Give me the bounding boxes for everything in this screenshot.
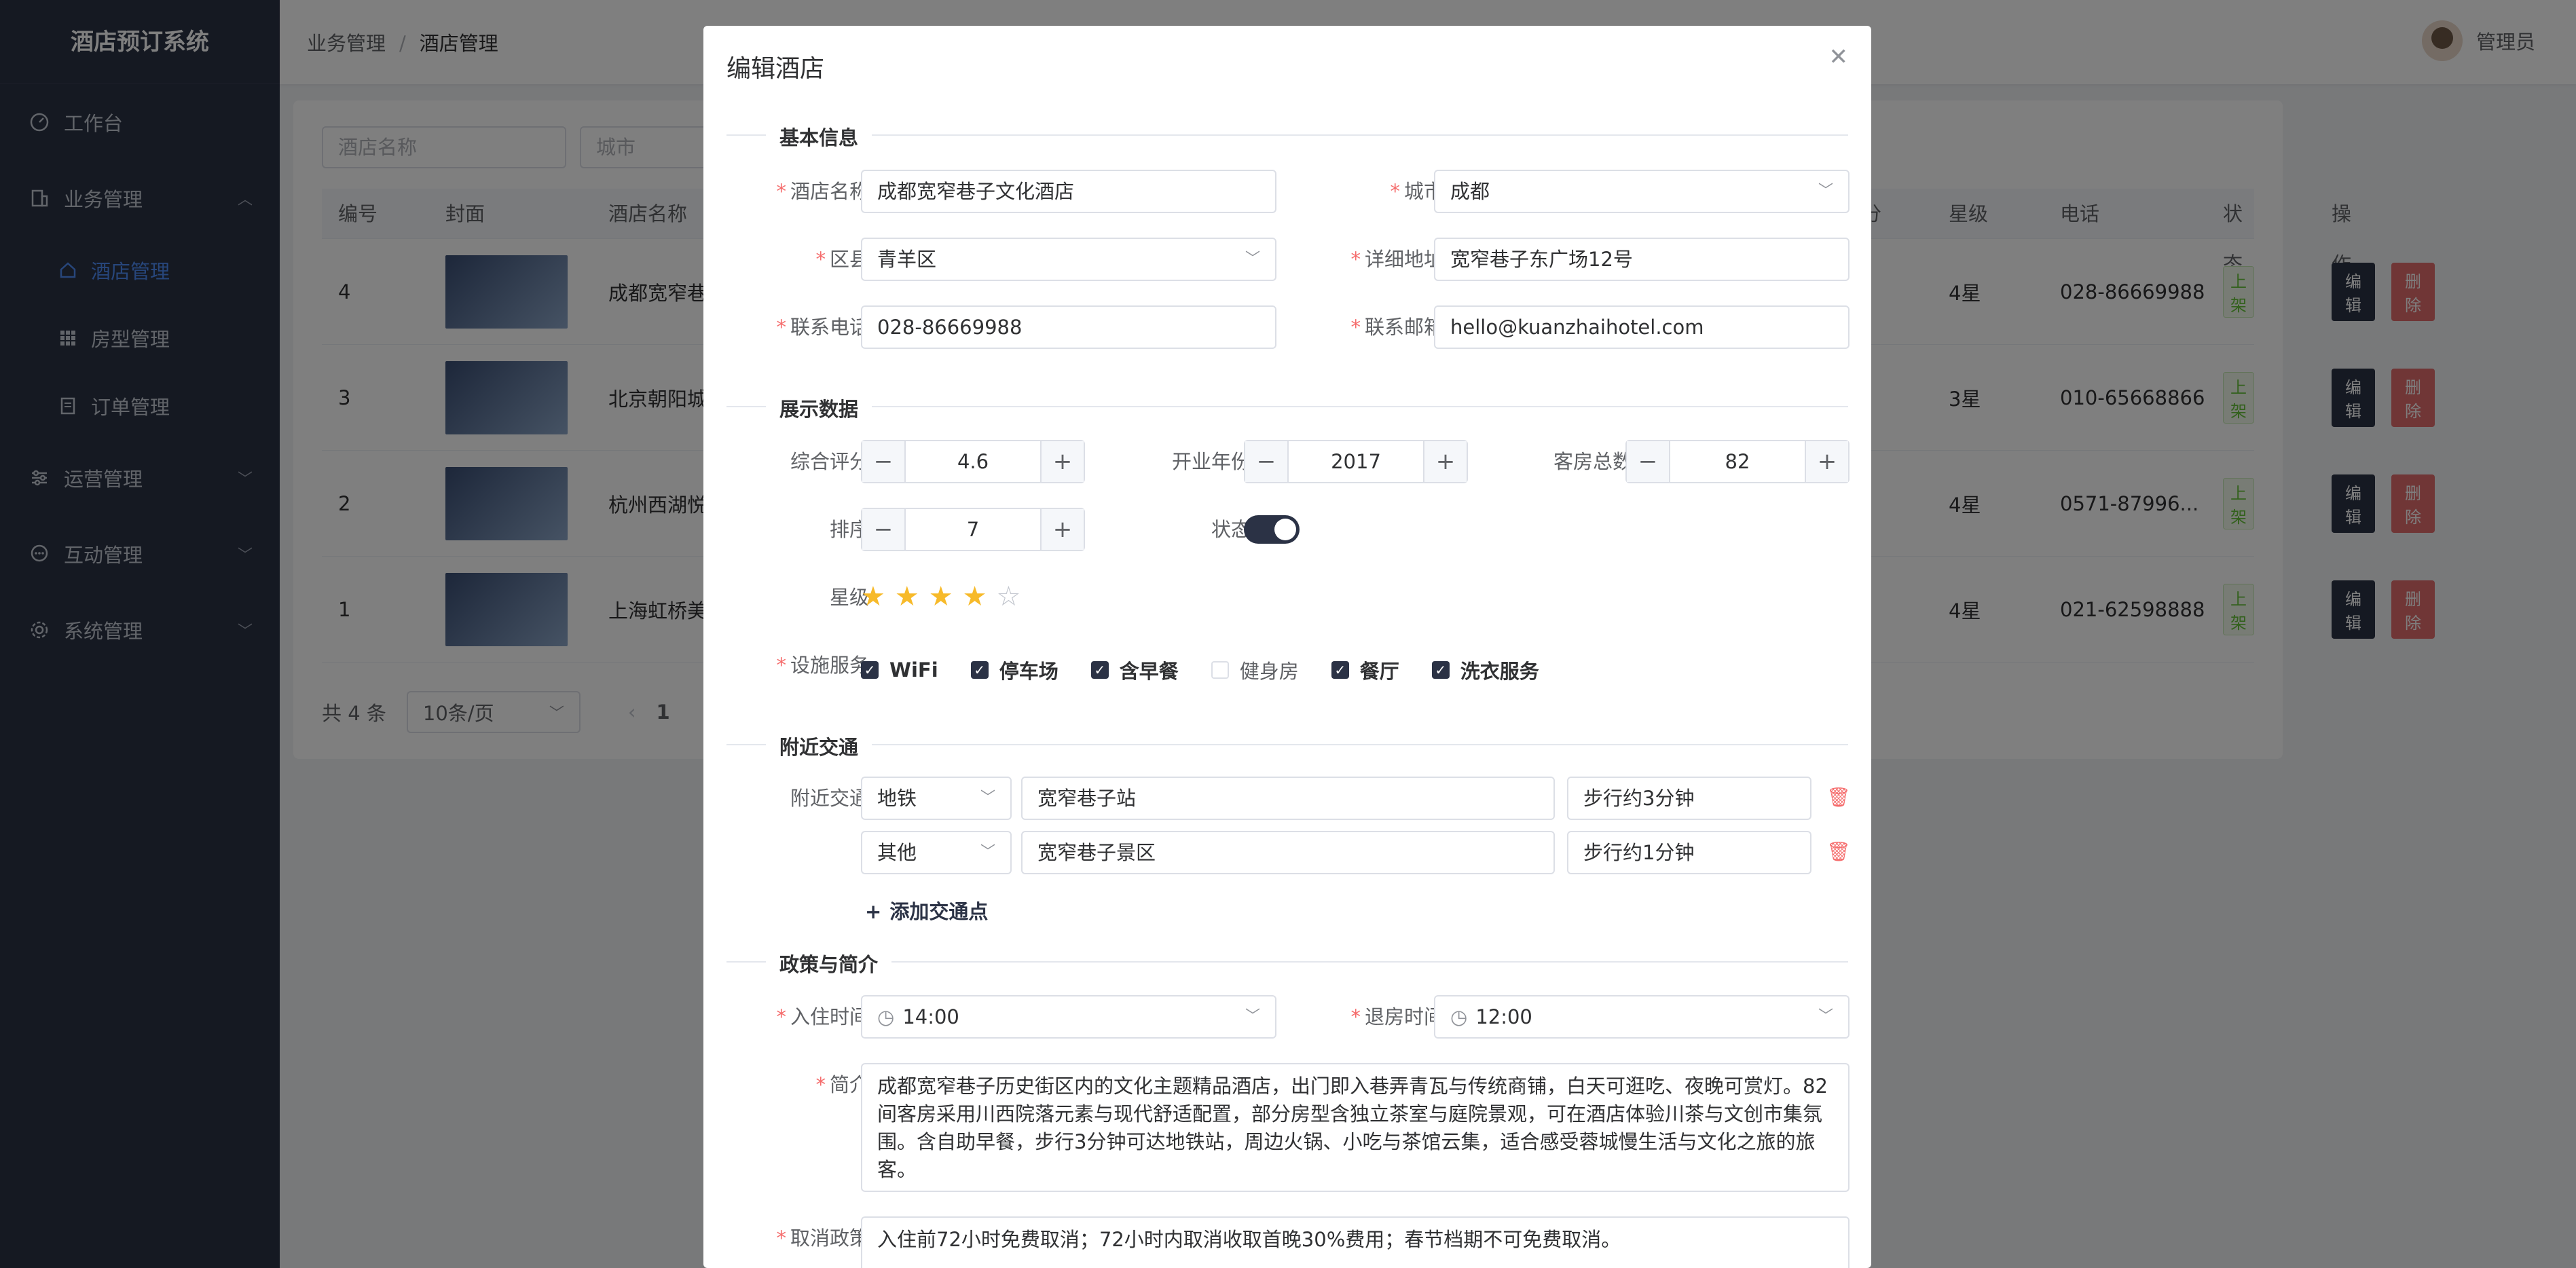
clock-icon: ◷ (877, 1005, 895, 1028)
field-label: * 酒店名称 (776, 180, 869, 203)
section-divider (726, 744, 1848, 745)
field-label: * 联系电话 (776, 316, 869, 339)
field-label: * 设施服务 (776, 654, 869, 677)
edit-hotel-dialog: 编辑酒店 ✕ 基本信息 * 酒店名称 成都宽窄巷子文化酒店 * 城市 成都 ﹀ * 区县… (703, 26, 1871, 1268)
stepper-value[interactable]: 2017 (1289, 441, 1423, 482)
field-label: * 简介 (815, 1073, 869, 1096)
star-rating[interactable]: ★ ★ ★ ★ ☆ (861, 581, 1020, 612)
facility-checkbox[interactable]: 健身房 (1211, 656, 1299, 684)
stepper-value[interactable]: 7 (906, 509, 1040, 550)
city-select[interactable]: 成都 ﹀ (1434, 170, 1850, 213)
cancel-policy-textarea[interactable]: 入住前72小时免费取消；72小时内取消收取首晚30%费用；春节档期不可免费取消。 (861, 1216, 1850, 1268)
minus-icon[interactable]: − (1245, 441, 1289, 482)
field-label: 开业年份 (1171, 450, 1251, 473)
field-label: 状态 (1211, 518, 1251, 541)
hotel-name-input[interactable]: 成都宽窄巷子文化酒店 (861, 170, 1276, 213)
stepper-value[interactable]: 82 (1670, 441, 1805, 482)
rooms-stepper[interactable]: −82 + (1625, 440, 1850, 483)
status-toggle[interactable] (1244, 515, 1300, 544)
field-label: 排序 (829, 518, 869, 541)
field-label: 综合评分 (790, 450, 869, 473)
add-transport-button[interactable]: + 添加交通点 (865, 896, 988, 925)
section-title: 政策与简介 (766, 949, 892, 977)
check-icon: ✓ (970, 661, 989, 679)
dialog-title: 编辑酒店 (726, 55, 825, 83)
score-stepper[interactable]: −4.6 + (861, 440, 1085, 483)
facility-checkbox[interactable]: ✓ 含早餐 (1090, 656, 1179, 684)
section-divider (726, 406, 1848, 407)
year-stepper[interactable]: −2017 + (1244, 440, 1468, 483)
facilities-checkbox-group: ✓ WiFi ✓ 停车场 ✓ 含早餐 健身房 ✓ 餐厅 ✓ 洗衣服务 (861, 656, 1572, 684)
email-input[interactable]: hello@kuanzhaihotel.com (1434, 305, 1850, 349)
section-divider (726, 961, 1848, 963)
star-icon[interactable]: ★ (895, 581, 919, 612)
section-title: 展示数据 (766, 394, 872, 422)
section-title: 基本信息 (766, 122, 872, 151)
transport-type-select[interactable]: 地铁 ﹀ (861, 777, 1012, 820)
plus-icon[interactable]: + (1040, 509, 1084, 550)
field-label: * 详细地址 (1350, 248, 1443, 271)
chevron-down-icon: ﹀ (1245, 250, 1260, 267)
address-input[interactable]: 宽窄巷子东广场12号 (1434, 238, 1850, 281)
facility-checkbox[interactable]: ✓ WiFi (861, 658, 938, 682)
trash-icon[interactable]: 🗑 (1826, 840, 1851, 863)
field-label: * 取消政策 (776, 1227, 869, 1250)
plus-icon[interactable]: + (1423, 441, 1467, 482)
check-icon: ✓ (1431, 661, 1450, 679)
field-label: 星级 (829, 586, 869, 609)
check-icon: ✓ (861, 661, 879, 679)
field-label: * 退房时间 (1350, 1005, 1443, 1028)
sort-stepper[interactable]: −7 + (861, 508, 1085, 551)
trash-icon[interactable]: 🗑 (1826, 786, 1851, 808)
chevron-down-icon: ﹀ (980, 789, 995, 806)
minus-icon[interactable]: − (1627, 441, 1670, 482)
chevron-down-icon: ﹀ (1245, 1008, 1260, 1025)
check-icon: ✓ (1331, 661, 1349, 679)
clock-icon: ◷ (1450, 1005, 1468, 1028)
check-icon: ✓ (1090, 661, 1109, 679)
field-label: * 联系邮箱 (1350, 316, 1443, 339)
chevron-down-icon: ﹀ (1818, 1008, 1833, 1025)
star-icon[interactable]: ★ (861, 581, 885, 612)
minus-icon[interactable]: − (862, 509, 906, 550)
field-label: * 入住时间 (776, 1005, 869, 1028)
facility-checkbox[interactable]: ✓ 餐厅 (1331, 656, 1399, 684)
chevron-down-icon: ﹀ (1818, 183, 1833, 200)
plus-icon: + (865, 900, 882, 923)
transport-name-input[interactable]: 宽窄巷子景区 (1021, 831, 1555, 874)
plus-icon[interactable]: + (1805, 441, 1848, 482)
phone-input[interactable]: 028-86669988 (861, 305, 1276, 349)
star-icon[interactable]: ★ (929, 581, 953, 612)
transport-type-select[interactable]: 其他 ﹀ (861, 831, 1012, 874)
field-label: 客房总数 (1553, 450, 1632, 473)
field-label: 附近交通 (790, 787, 869, 810)
checkout-time-picker[interactable]: ◷ 12:00 ﹀ (1434, 995, 1850, 1039)
transport-distance-input[interactable]: 步行约1分钟 (1567, 831, 1811, 874)
star-icon[interactable]: ★ (963, 581, 987, 612)
facility-checkbox[interactable]: ✓ 停车场 (970, 656, 1059, 684)
section-divider (726, 134, 1848, 136)
intro-textarea[interactable]: 成都宽窄巷子历史街区内的文化主题精品酒店，出门即入巷弄青瓦与传统商铺，白天可逛吃… (861, 1063, 1850, 1192)
checkbox-empty-icon (1211, 661, 1229, 679)
district-select[interactable]: 青羊区 ﹀ (861, 238, 1276, 281)
chevron-down-icon: ﹀ (980, 844, 995, 861)
facility-checkbox[interactable]: ✓ 洗衣服务 (1431, 656, 1539, 684)
plus-icon[interactable]: + (1040, 441, 1084, 482)
minus-icon[interactable]: − (862, 441, 906, 482)
transport-name-input[interactable]: 宽窄巷子站 (1021, 777, 1555, 820)
transport-distance-input[interactable]: 步行约3分钟 (1567, 777, 1811, 820)
field-label: * 城市 (1390, 180, 1443, 203)
section-title: 附近交通 (766, 732, 872, 760)
field-label: * 区县 (815, 248, 869, 271)
checkin-time-picker[interactable]: ◷ 14:00 ﹀ (861, 995, 1276, 1039)
stepper-value[interactable]: 4.6 (906, 441, 1040, 482)
close-icon[interactable]: ✕ (1829, 43, 1849, 71)
star-outline-icon[interactable]: ☆ (996, 581, 1020, 612)
